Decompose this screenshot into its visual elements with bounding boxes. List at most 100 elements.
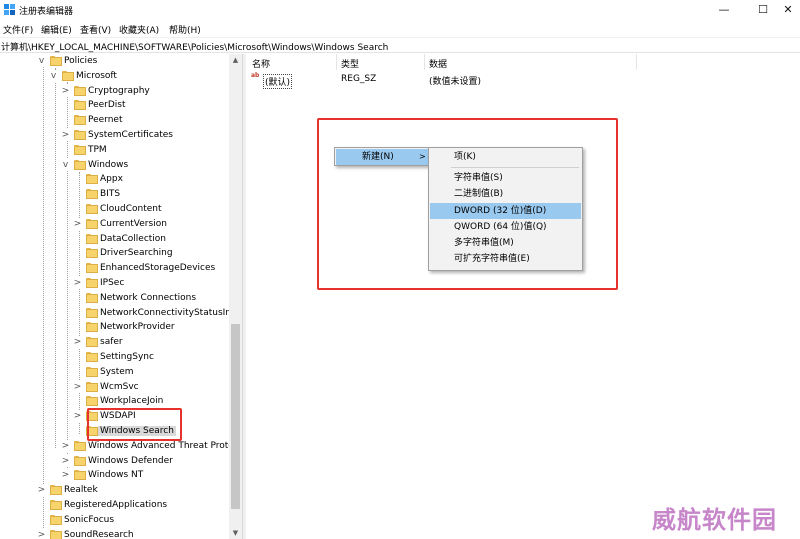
value-data: (数值未设置) xyxy=(429,77,482,87)
menu-file[interactable]: 文件(F) xyxy=(3,23,33,36)
value-row[interactable]: ab (默认) REG_SZ (数值未设置) xyxy=(246,72,800,89)
submenu-item[interactable]: 字符串值(S) xyxy=(430,170,581,186)
key-tree[interactable]: v Policies v Microsoft > Cryptography PeerDist… xyxy=(0,54,242,539)
folder-icon xyxy=(74,159,86,170)
scroll-down-arrow[interactable]: ▼ xyxy=(229,527,242,539)
tree-item[interactable]: Network Connections xyxy=(0,291,242,306)
expand-chevron-icon xyxy=(73,425,82,437)
tree-item-label: SettingSync xyxy=(100,352,154,362)
tree-item-label: RegisteredApplications xyxy=(64,500,168,510)
column-type[interactable]: 类型 xyxy=(341,57,359,70)
expand-chevron-icon[interactable]: > xyxy=(61,454,70,467)
submenu-item[interactable]: 可扩充字符串值(E) xyxy=(430,251,581,267)
tree-item-label: NetworkConnectivityStatusIndi xyxy=(100,307,240,318)
submenu-item[interactable]: DWORD (32 位)值(D) xyxy=(430,203,581,219)
tree-item[interactable]: v Windows xyxy=(0,158,242,173)
expand-chevron-icon[interactable]: > xyxy=(73,336,82,349)
tree-item-label: System xyxy=(100,366,134,377)
tree-item[interactable]: SonicFocus xyxy=(0,513,242,528)
tree-item-label: CloudContent xyxy=(100,204,162,214)
tree-item[interactable]: > CurrentVersion xyxy=(0,217,242,232)
expand-chevron-icon[interactable]: > xyxy=(61,84,70,97)
tree-item[interactable]: v Policies xyxy=(0,54,242,69)
scroll-up-arrow[interactable]: ▲ xyxy=(229,54,242,66)
column-data[interactable]: 数据 xyxy=(429,57,447,70)
collapse-chevron-icon[interactable]: v xyxy=(37,55,46,67)
tree-item[interactable]: > safer xyxy=(0,335,242,350)
tree-item[interactable]: > SoundResearch xyxy=(0,528,242,539)
submenu-item[interactable]: QWORD (64 位)值(Q) xyxy=(430,219,581,235)
column-separator xyxy=(636,54,637,70)
tree-item[interactable]: > IPSec xyxy=(0,276,242,291)
tree-item[interactable]: > SystemCertificates xyxy=(0,128,242,143)
expand-chevron-icon[interactable]: > xyxy=(73,277,82,289)
expand-chevron-icon xyxy=(37,499,46,511)
expand-chevron-icon[interactable]: > xyxy=(73,410,82,423)
expand-chevron-icon[interactable]: > xyxy=(37,528,46,539)
expand-chevron-icon xyxy=(73,395,82,407)
folder-icon xyxy=(86,337,98,348)
tree-item[interactable]: Peernet xyxy=(0,113,242,128)
menu-edit[interactable]: 编辑(E) xyxy=(41,23,72,36)
tree-item[interactable]: RegisteredApplications xyxy=(0,498,242,513)
tree-item[interactable]: Appx xyxy=(0,172,242,187)
tree-item[interactable]: TPM xyxy=(0,143,242,158)
menu-view[interactable]: 查看(V) xyxy=(80,23,111,36)
tree-item[interactable]: > Windows Advanced Threat Prote xyxy=(0,439,242,454)
column-separator xyxy=(336,54,337,70)
tree-item-label: Windows NT xyxy=(88,470,144,481)
tree-scrollbar[interactable]: ▲ ▼ xyxy=(229,54,242,539)
tree-item[interactable]: SettingSync xyxy=(0,350,242,365)
submenu-item[interactable]: 项(K) xyxy=(430,149,581,165)
tree-item-label: SoundResearch xyxy=(64,529,134,539)
tree-item[interactable]: > WcmSvc xyxy=(0,380,242,395)
address-bar[interactable]: 计算机\HKEY_LOCAL_MACHINE\SOFTWARE\Policies… xyxy=(0,37,800,53)
value-name: (默认) xyxy=(263,74,293,89)
scroll-thumb[interactable] xyxy=(231,324,240,509)
collapse-chevron-icon[interactable]: v xyxy=(61,158,70,171)
regedit-app-icon xyxy=(4,4,15,15)
tree-item[interactable]: NetworkConnectivityStatusIndi xyxy=(0,306,242,321)
tree-item[interactable]: PeerDist xyxy=(0,98,242,113)
maximize-button[interactable]: ☐ xyxy=(753,2,773,18)
column-name[interactable]: 名称 xyxy=(252,57,270,70)
expand-chevron-icon[interactable]: > xyxy=(61,129,70,141)
tree-item[interactable]: CloudContent xyxy=(0,202,242,217)
expand-chevron-icon[interactable]: > xyxy=(73,217,82,230)
tree-item[interactable]: > Realtek xyxy=(0,483,242,498)
menu-new[interactable]: 新建(N) > xyxy=(336,149,428,165)
tree-item[interactable]: NetworkProvider xyxy=(0,320,242,335)
submenu-item[interactable]: 多字符串值(M) xyxy=(430,235,581,251)
tree-item-label: Microsoft xyxy=(76,70,117,81)
tree-item[interactable]: > Windows Defender xyxy=(0,454,242,469)
tree-item[interactable]: v Microsoft xyxy=(0,69,242,84)
submenu-item[interactable]: 二进制值(B) xyxy=(430,186,581,202)
tree-item[interactable]: DriverSearching xyxy=(0,246,242,261)
tree-item[interactable]: > Cryptography xyxy=(0,84,242,99)
tree-item-label: SystemCertificates xyxy=(88,130,173,140)
expand-chevron-icon[interactable]: > xyxy=(61,439,70,452)
folder-icon xyxy=(86,174,98,185)
folder-icon xyxy=(62,70,74,81)
expand-chevron-icon[interactable]: > xyxy=(61,469,70,482)
close-button[interactable]: ✕ xyxy=(778,2,798,18)
window-title: 注册表编辑器 xyxy=(19,7,74,17)
collapse-chevron-icon[interactable]: v xyxy=(49,69,58,82)
tree-item-label: Policies xyxy=(64,56,98,66)
tree-item[interactable]: EnhancedStorageDevices xyxy=(0,261,242,276)
expand-chevron-icon[interactable]: > xyxy=(37,484,46,497)
folder-icon xyxy=(86,278,98,288)
tree-item[interactable]: System xyxy=(0,365,242,380)
expand-chevron-icon[interactable]: > xyxy=(73,380,82,393)
folder-icon xyxy=(86,233,98,244)
menu-favorites[interactable]: 收藏夹(A) xyxy=(119,23,159,36)
tree-item-label: DataCollection xyxy=(100,233,167,244)
tree-item[interactable]: DataCollection xyxy=(0,232,242,247)
menu-help[interactable]: 帮助(H) xyxy=(169,23,201,36)
minimize-button[interactable]: — xyxy=(714,2,734,18)
tree-item-label: TPM xyxy=(88,144,107,155)
folder-icon xyxy=(86,307,98,318)
tree-item[interactable]: BITS xyxy=(0,187,242,202)
tree-item[interactable]: > Windows NT xyxy=(0,468,242,483)
tree-item-label: BITS xyxy=(100,189,121,200)
